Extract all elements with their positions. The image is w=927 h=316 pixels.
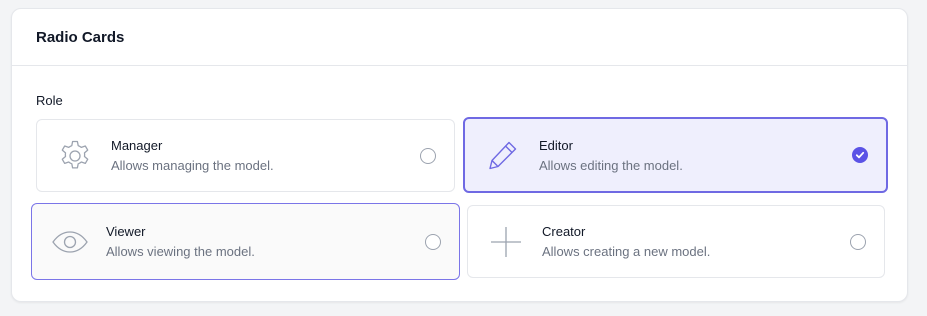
plus-icon bbox=[486, 222, 526, 262]
card-title: Editor bbox=[539, 137, 573, 153]
radio-card-creator[interactable]: Creator Allows creating a new model. bbox=[467, 205, 885, 278]
card-title: Creator bbox=[542, 224, 586, 239]
radio-unchecked[interactable] bbox=[425, 233, 441, 250]
panel-title: Radio Cards bbox=[12, 9, 907, 66]
radio-card-manager[interactable]: Manager Allows managing the model. bbox=[36, 119, 455, 192]
card-description: Allows editing the model. bbox=[539, 157, 683, 173]
card-title: Manager bbox=[111, 138, 163, 153]
gear-icon bbox=[55, 136, 95, 176]
card-description: Allows managing the model. bbox=[111, 158, 274, 173]
card-description: Allows creating a new model. bbox=[542, 244, 711, 259]
eye-icon bbox=[50, 222, 90, 262]
radio-checked[interactable] bbox=[852, 147, 868, 163]
role-label: Role bbox=[36, 93, 63, 108]
radio-card-editor[interactable]: Editor Allows editing the model. bbox=[463, 117, 888, 193]
check-icon bbox=[855, 150, 865, 160]
radio-unchecked[interactable] bbox=[420, 147, 436, 164]
pencil-icon bbox=[483, 135, 523, 175]
radio-unchecked[interactable] bbox=[850, 233, 866, 250]
card-description: Allows viewing the model. bbox=[106, 244, 255, 259]
card-title: Viewer bbox=[106, 224, 146, 239]
radio-card-viewer[interactable]: Viewer Allows viewing the model. bbox=[31, 203, 460, 280]
radio-cards-panel: Radio Cards Role Manager Allows managing… bbox=[11, 8, 908, 302]
